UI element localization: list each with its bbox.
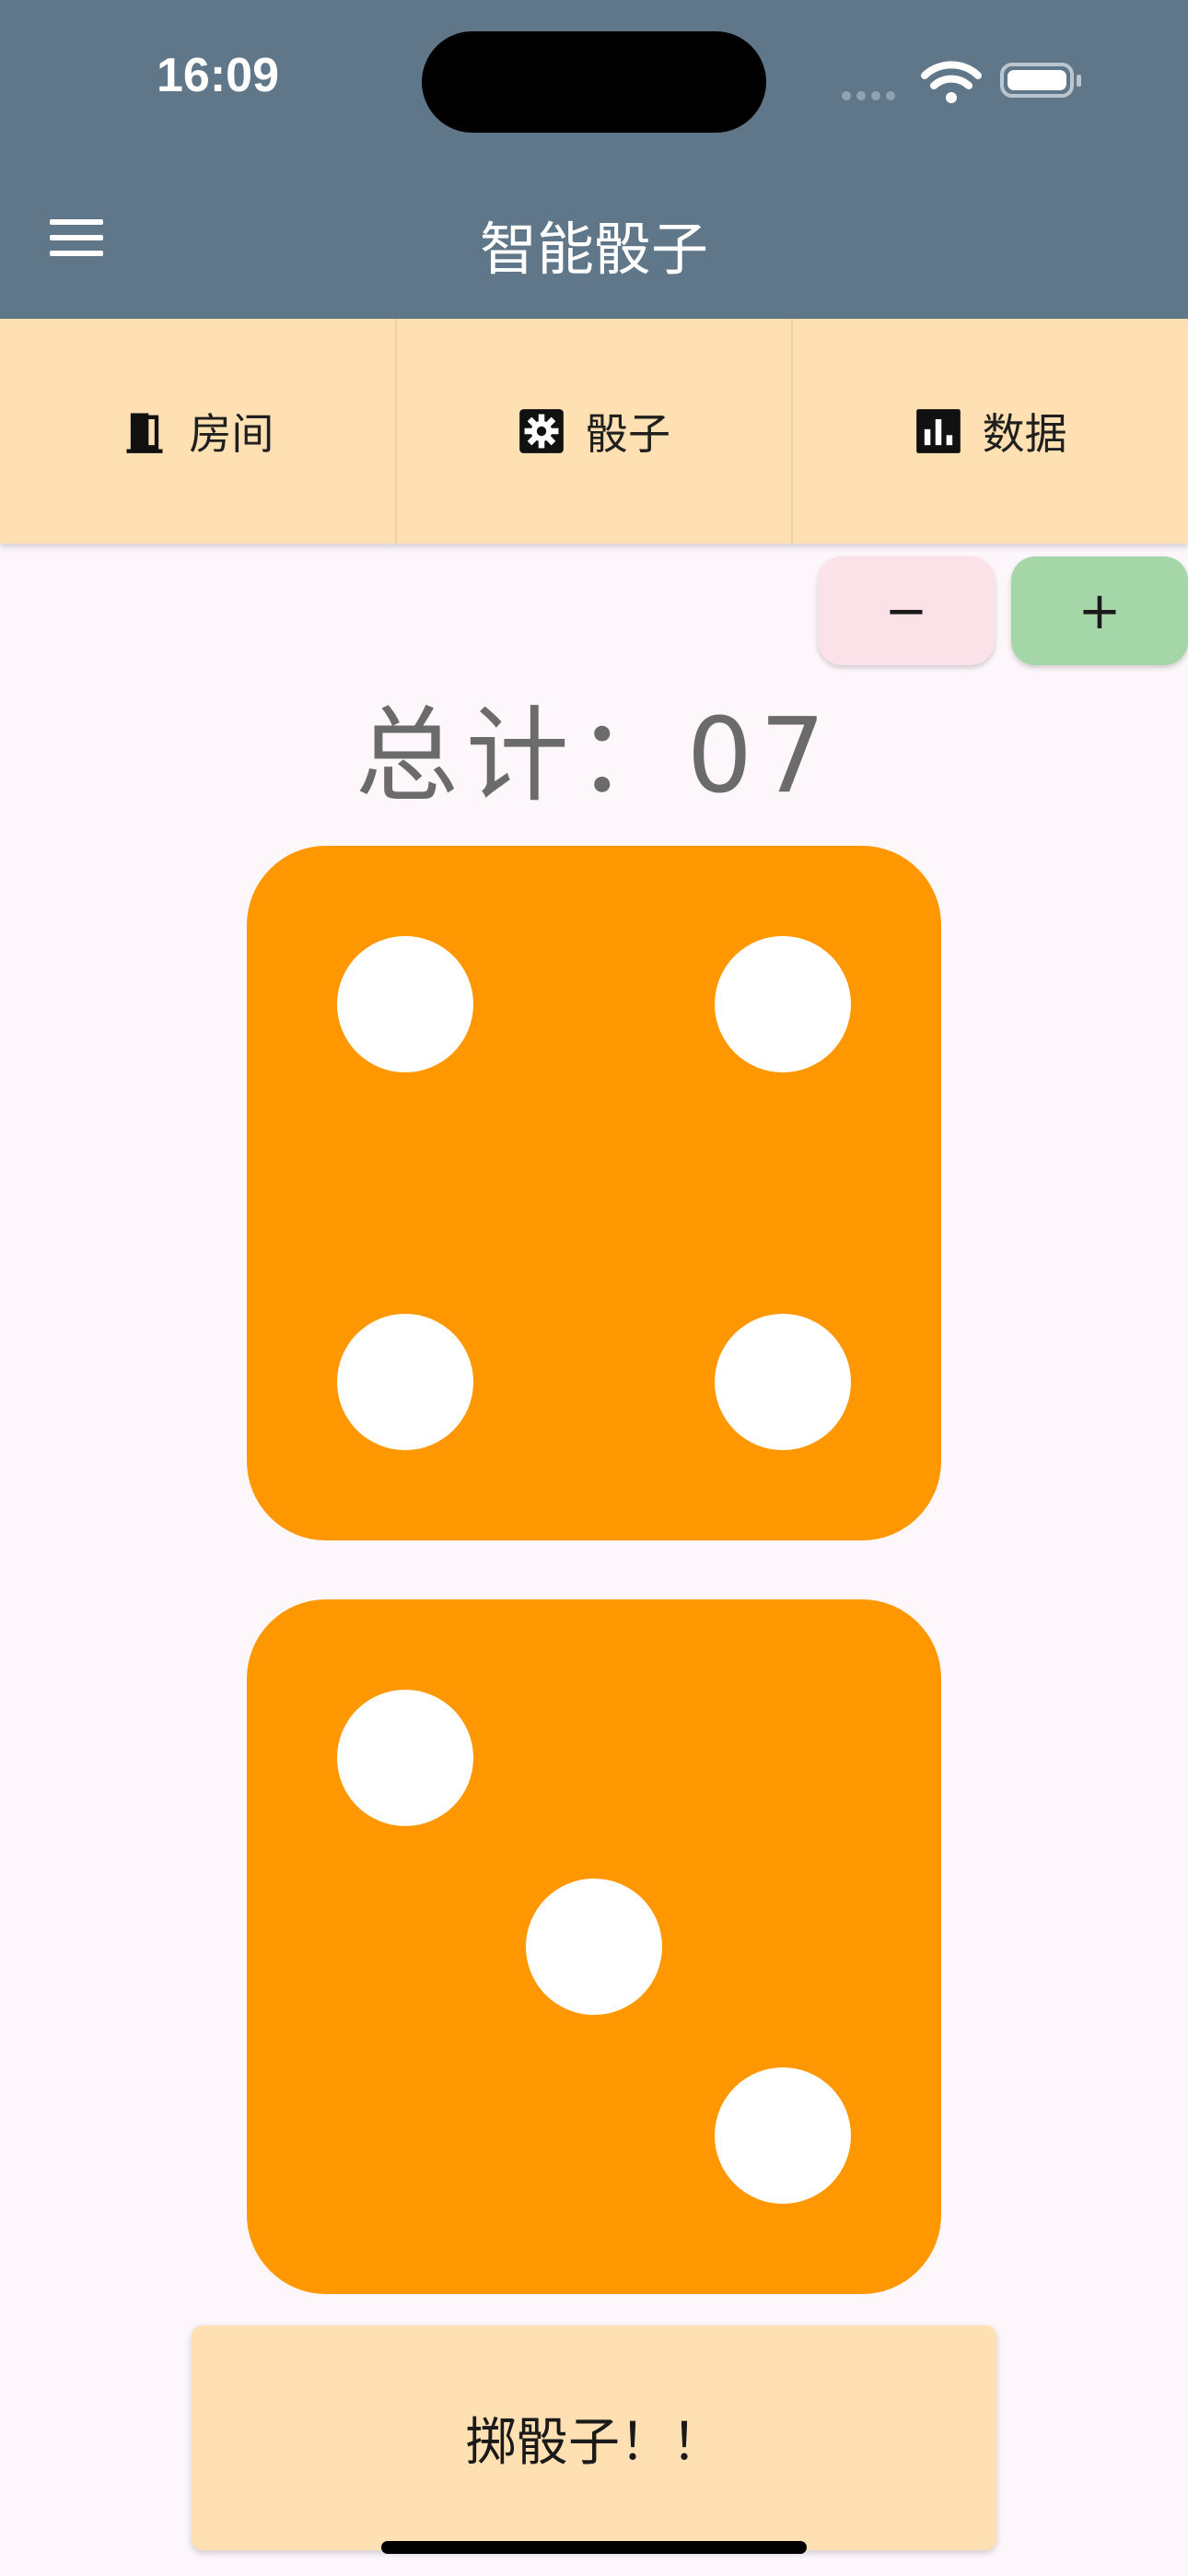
tab-bar: 房间 骰子 数据 <box>0 319 1188 544</box>
tab-data[interactable]: 数据 <box>793 319 1188 544</box>
dynamic-island <box>422 31 766 133</box>
total-value: 07 <box>686 697 833 816</box>
status-time: 16:09 <box>157 49 279 102</box>
cellular-signal-icon <box>842 87 901 104</box>
increase-dice-button[interactable]: + <box>1011 556 1188 665</box>
die-pip <box>715 936 851 1072</box>
tab-room[interactable]: 房间 <box>0 319 397 544</box>
die-1[interactable] <box>247 846 941 1540</box>
decrease-dice-button[interactable]: − <box>818 556 995 665</box>
tab-room-label: 房间 <box>189 409 274 459</box>
die-pip <box>715 2067 851 2204</box>
tab-dice[interactable]: 骰子 <box>397 319 794 544</box>
roll-dice-button[interactable]: 掷骰子！！ <box>192 2325 996 2550</box>
total-display: 总计：07 <box>0 673 1188 822</box>
total-label: 总计： <box>355 697 687 816</box>
die-pip <box>337 936 473 1072</box>
battery-icon <box>1000 63 1081 98</box>
die-pip <box>715 1314 851 1450</box>
die-pip <box>337 1690 473 1826</box>
die-pip <box>337 1314 473 1450</box>
door-icon <box>126 413 163 453</box>
tab-dice-label: 骰子 <box>586 409 670 459</box>
gear-icon <box>519 409 564 453</box>
die-2[interactable] <box>247 1599 941 2294</box>
app-title: 智能骰子 <box>479 216 708 283</box>
tab-data-label: 数据 <box>982 409 1067 459</box>
die-pip <box>526 1879 662 2015</box>
app-bar: 16:09 智能骰子 <box>0 0 1188 319</box>
home-indicator <box>381 2541 807 2554</box>
bar-chart-icon <box>915 409 961 453</box>
wifi-icon <box>921 61 982 103</box>
